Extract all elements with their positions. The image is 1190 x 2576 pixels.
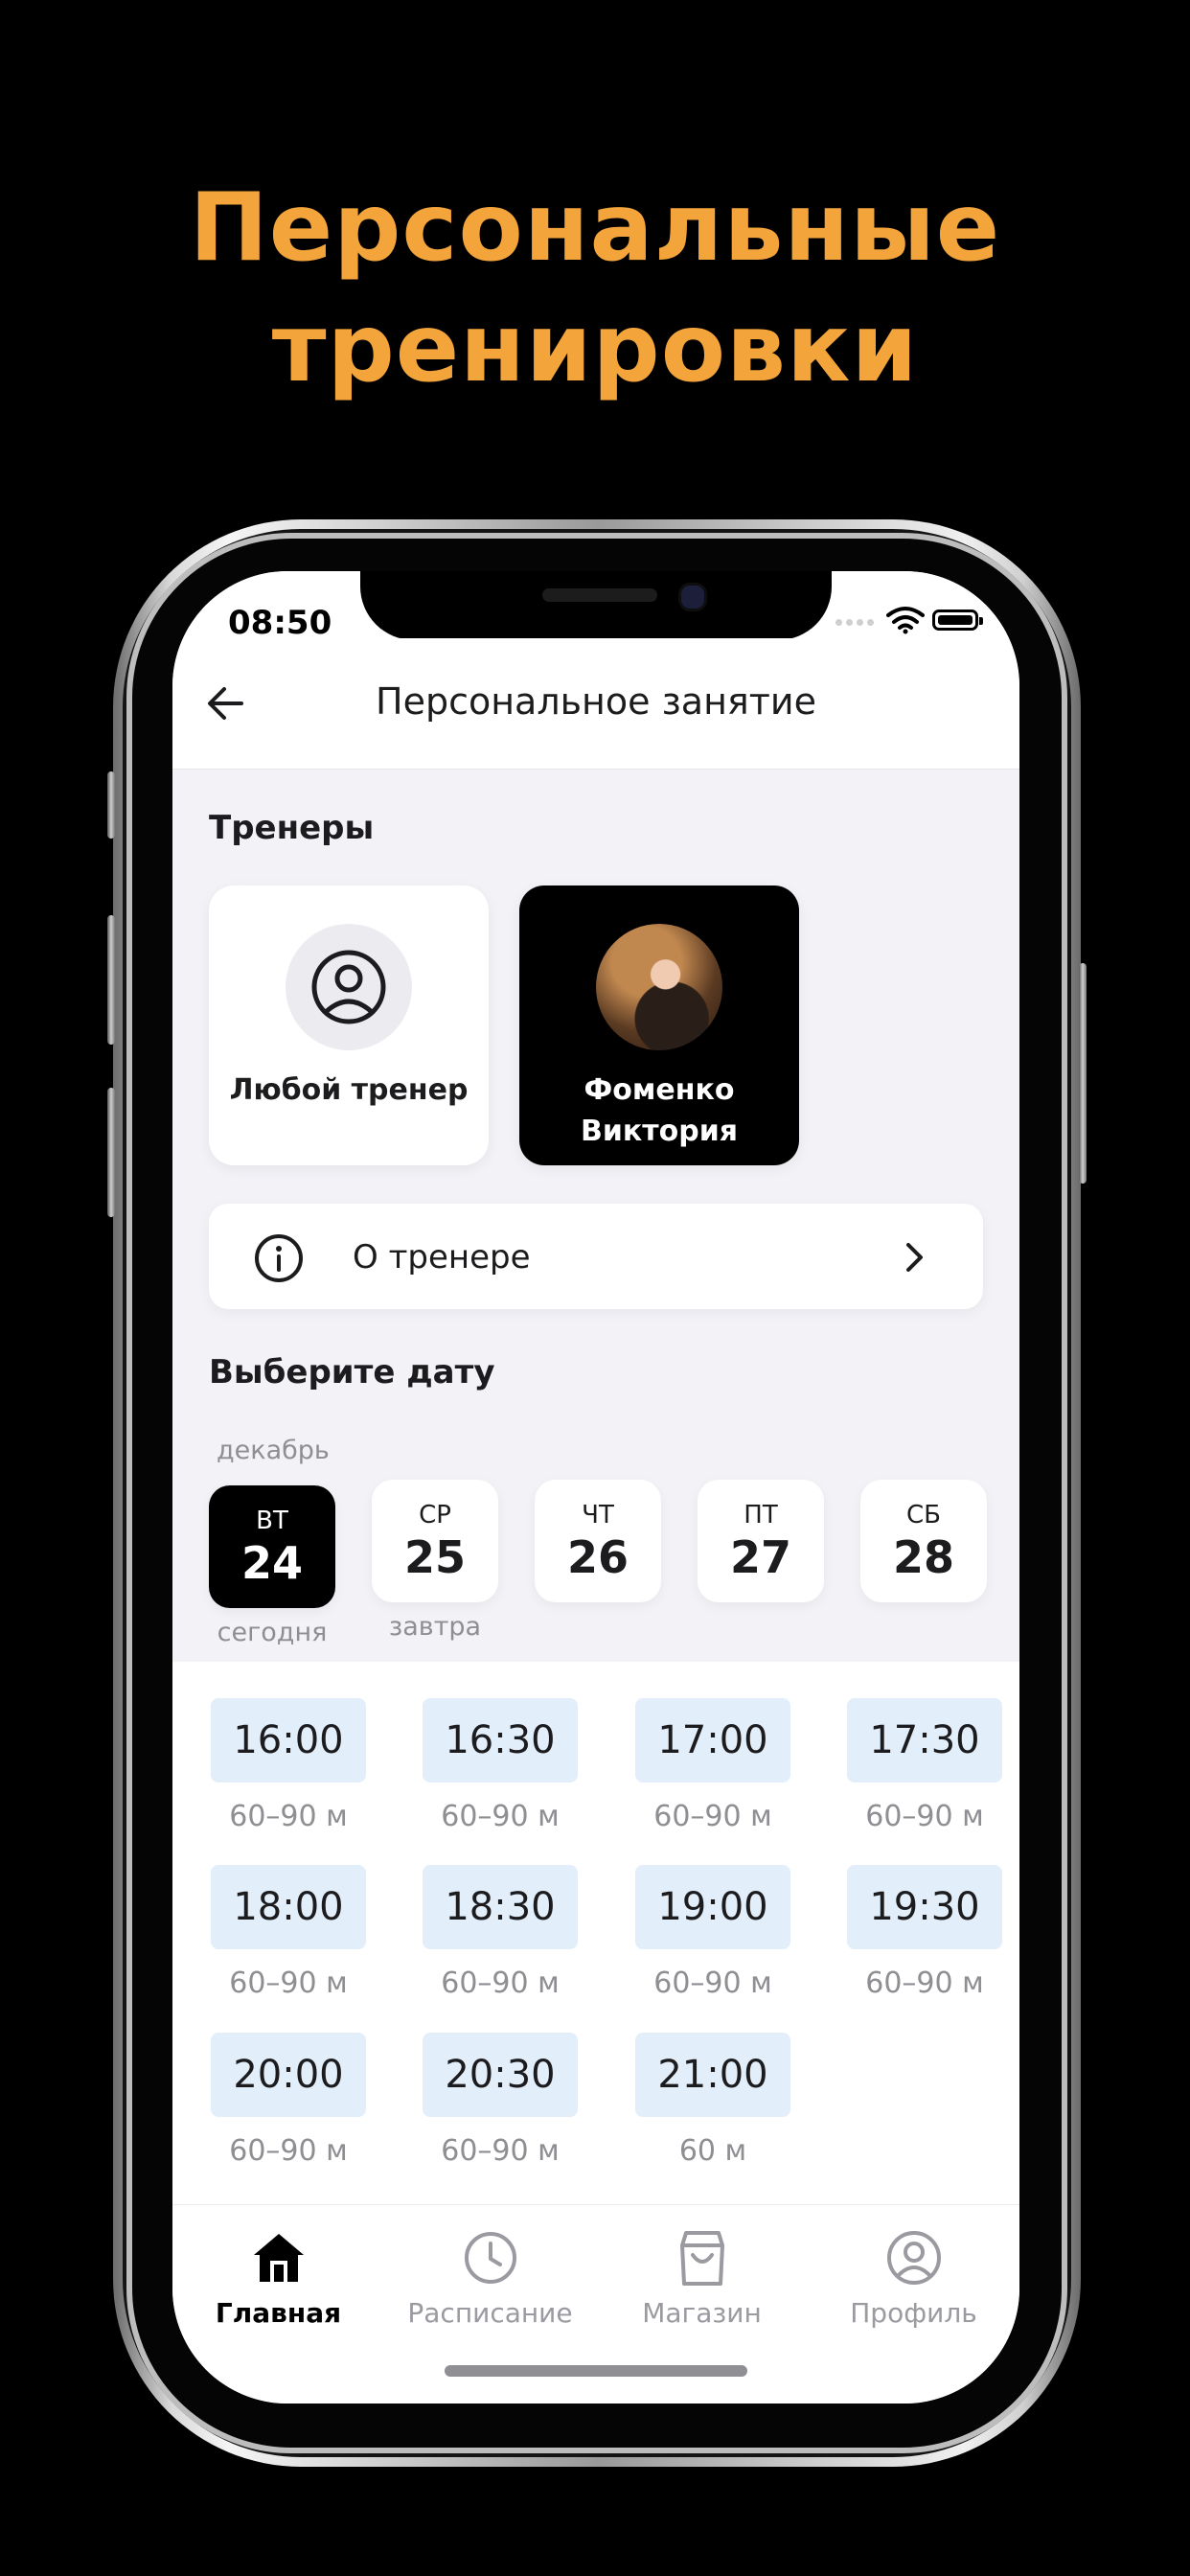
slot-duration: 60 м	[678, 2134, 747, 2168]
day-chip-28[interactable]: СБ 28	[860, 1480, 987, 1602]
notch	[360, 571, 832, 640]
slot-duration: 60–90 м	[229, 1966, 348, 2000]
slot-duration: 60–90 м	[441, 1800, 560, 1833]
day-chip-26[interactable]: ЧТ 26	[535, 1480, 661, 1602]
page-title: Персональное занятие	[376, 680, 816, 723]
promo-title: Персональные тренировки	[0, 168, 1190, 409]
slot-duration: 60–90 м	[441, 1966, 560, 2000]
date-section-title: Выберите дату	[209, 1353, 495, 1392]
day-caption-tomorrow: завтра	[388, 1612, 482, 1642]
slot-duration: 60–90 м	[865, 1800, 984, 1833]
trainer-name-first: Фоменко	[584, 1073, 735, 1107]
tab-label: Главная	[215, 2297, 342, 2329]
wifi-icon	[886, 607, 925, 634]
slot-duration: 60–90 м	[229, 1800, 348, 1833]
day-weekday: ВТ	[256, 1506, 288, 1535]
trainer-photo	[596, 924, 722, 1050]
tab-schedule[interactable]: Расписание	[384, 2205, 596, 2339]
day-caption-today: сегодня	[217, 1618, 328, 1647]
avatar	[286, 924, 412, 1050]
day-number: 28	[892, 1531, 954, 1583]
time-slot-button[interactable]: 16:00	[211, 1698, 366, 1782]
about-trainer-row[interactable]: О тренере	[209, 1204, 983, 1309]
day-chip-27[interactable]: ПТ 27	[698, 1480, 824, 1602]
phone-silent-switch	[107, 771, 115, 839]
shopping-bag-icon	[680, 2231, 724, 2286]
time-slot-button[interactable]: 18:30	[423, 1865, 578, 1949]
day-chip-24[interactable]: ВТ 24	[209, 1485, 335, 1608]
trainer-name-second: Виктория	[580, 1115, 738, 1148]
chevron-right-icon	[906, 1243, 923, 1272]
trainer-name: Любой тренер	[229, 1073, 469, 1107]
tab-home[interactable]: Главная	[172, 2205, 384, 2339]
day-weekday: СР	[419, 1501, 451, 1530]
time-slot-button[interactable]: 19:00	[635, 1865, 790, 1949]
slot-duration: 60–90 м	[653, 1800, 772, 1833]
trainer-card-fomenko[interactable]: Фоменко Виктория	[519, 886, 799, 1165]
clock-icon	[465, 2232, 516, 2284]
day-number: 27	[729, 1531, 791, 1583]
profile-icon	[887, 2231, 941, 2285]
slot-duration: 60–90 м	[229, 2134, 348, 2168]
time-slot-button[interactable]: 18:00	[211, 1865, 366, 1949]
time-slot-button[interactable]: 17:00	[635, 1698, 790, 1782]
status-bar: 08:50	[172, 571, 1019, 642]
home-indicator	[445, 2365, 747, 2377]
promo-title-line-2: тренировки	[271, 294, 919, 403]
phone-volume-down	[107, 1088, 115, 1217]
slot-duration: 60–90 м	[865, 1966, 984, 2000]
day-number: 26	[566, 1531, 629, 1583]
day-number: 24	[240, 1537, 303, 1589]
day-weekday: ЧТ	[582, 1501, 614, 1530]
battery-icon	[932, 610, 983, 631]
trainer-card-any[interactable]: Любой тренер	[209, 886, 489, 1165]
signal-icon	[835, 619, 874, 626]
nav-bar: Персональное занятие	[172, 638, 1019, 770]
trainers-section-title: Тренеры	[209, 809, 375, 847]
home-icon	[254, 2234, 304, 2282]
tab-shop[interactable]: Магазин	[596, 2205, 808, 2339]
status-time: 08:50	[228, 604, 332, 642]
promo-title-line-1: Персональные	[189, 173, 1001, 283]
slot-duration: 60–90 м	[441, 2134, 560, 2168]
day-chip-25[interactable]: СР 25	[372, 1480, 498, 1602]
slot-duration: 60–90 м	[653, 1966, 772, 2000]
phone-volume-up	[107, 915, 115, 1045]
phone-power-button	[1079, 963, 1087, 1184]
time-slot-button[interactable]: 20:00	[211, 2033, 366, 2117]
time-slots-panel: 16:00 60–90 м 16:30 60–90 м 17:00 60–90 …	[172, 1662, 1019, 2204]
tab-label: Магазин	[642, 2297, 762, 2329]
time-slot-button[interactable]: 20:30	[423, 2033, 578, 2117]
tab-label: Расписание	[407, 2297, 573, 2329]
month-label: декабрь	[217, 1436, 330, 1465]
tab-label: Профиль	[850, 2297, 977, 2329]
day-weekday: СБ	[906, 1501, 941, 1530]
user-circle-icon	[311, 950, 386, 1024]
time-slot-button[interactable]: 19:30	[847, 1865, 1002, 1949]
time-slot-button[interactable]: 17:30	[847, 1698, 1002, 1782]
time-slot-button[interactable]: 16:30	[423, 1698, 578, 1782]
about-trainer-label: О тренере	[353, 1238, 531, 1276]
info-icon	[255, 1234, 303, 1282]
time-slot-button[interactable]: 21:00	[635, 2033, 790, 2117]
day-number: 25	[403, 1531, 466, 1583]
day-weekday: ПТ	[744, 1501, 778, 1530]
tab-profile[interactable]: Профиль	[808, 2205, 1019, 2339]
app-screen: 08:50 Персональное занятие Тренеры Любой…	[172, 571, 1019, 2404]
